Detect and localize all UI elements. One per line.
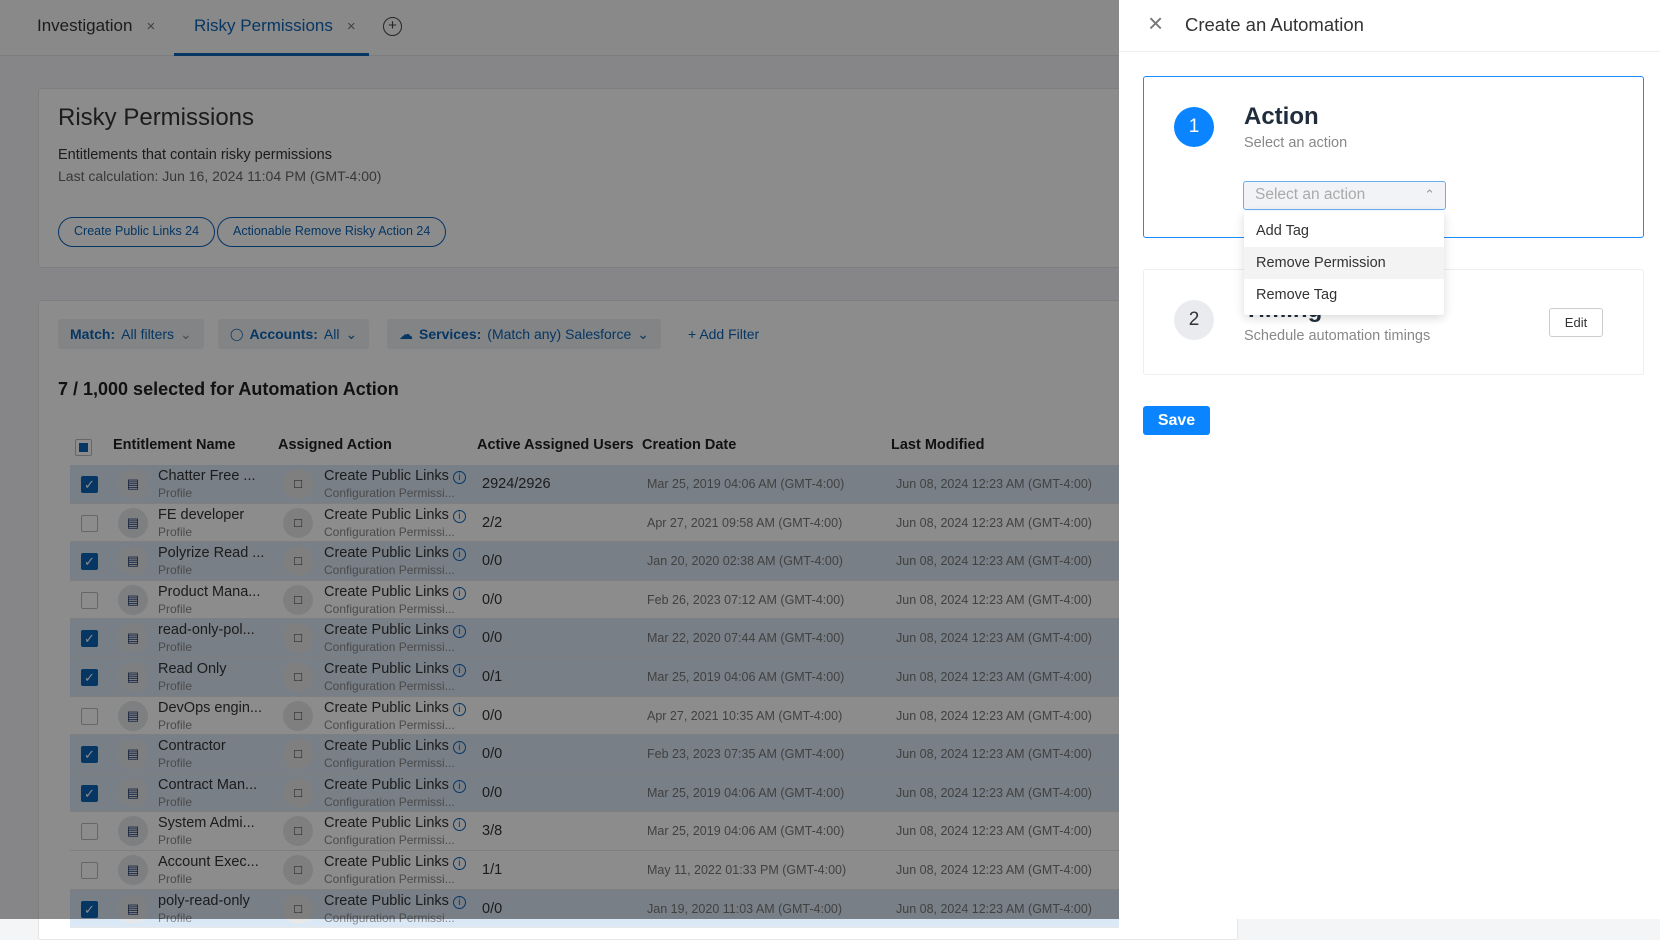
create-automation-panel: × Create an Automation 1 Action Select a… (1119, 0, 1660, 919)
select-placeholder: Select an action (1255, 186, 1366, 203)
step-number-2: 2 (1174, 300, 1214, 340)
edit-timing-button[interactable]: Edit (1549, 308, 1603, 337)
step-subtitle: Schedule automation timings (1244, 328, 1431, 344)
action-dropdown-menu: Add Tag Remove Permission Remove Tag (1244, 211, 1444, 315)
action-select[interactable]: Select an action ⌃ (1243, 181, 1446, 210)
step-number-1: 1 (1174, 107, 1214, 147)
save-button[interactable]: Save (1143, 406, 1210, 435)
option-remove-tag[interactable]: Remove Tag (1244, 279, 1444, 311)
option-add-tag[interactable]: Add Tag (1244, 215, 1444, 247)
step-title-action: Action (1244, 103, 1319, 130)
step-subtitle: Select an action (1244, 135, 1348, 151)
panel-title: Create an Automation (1185, 14, 1364, 35)
close-icon[interactable]: × (1148, 8, 1163, 39)
chevron-up-icon: ⌃ (1424, 187, 1435, 202)
modal-backdrop[interactable] (0, 0, 1119, 919)
option-remove-permission[interactable]: Remove Permission (1244, 247, 1444, 279)
